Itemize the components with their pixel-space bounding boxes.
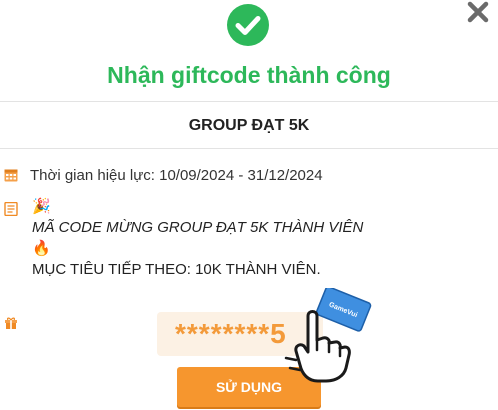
fire-icon: 🔥: [32, 240, 51, 257]
event-name: GROUP ĐẠT 5K: [188, 117, 310, 134]
close-icon[interactable]: [464, 0, 492, 28]
description-line-1: MÃ CODE MỪNG GROUP ĐẠT 5K THÀNH VIÊN: [32, 219, 364, 236]
hand-pointer-icon: GameVui: [278, 286, 378, 388]
calendar-icon: [4, 168, 18, 182]
divider: [0, 101, 498, 102]
divider: [0, 148, 498, 149]
document-icon: [4, 201, 18, 217]
giftcode-text: ********5: [175, 318, 287, 349]
gift-description: 🎉 MÃ CODE MỪNG GROUP ĐẠT 5K THÀNH VIÊN 🔥…: [32, 196, 363, 280]
party-popper-icon: 🎉: [32, 198, 51, 215]
success-title: Nhận giftcode thành công: [107, 62, 391, 88]
gift-icon: [5, 316, 17, 329]
description-line-2: MỤC TIÊU TIẾP THEO: 10K THÀNH VIÊN.: [32, 261, 321, 278]
success-check-icon: [227, 4, 269, 46]
validity-text: Thời gian hiệu lực: 10/09/2024 - 31/12/2…: [30, 167, 323, 184]
